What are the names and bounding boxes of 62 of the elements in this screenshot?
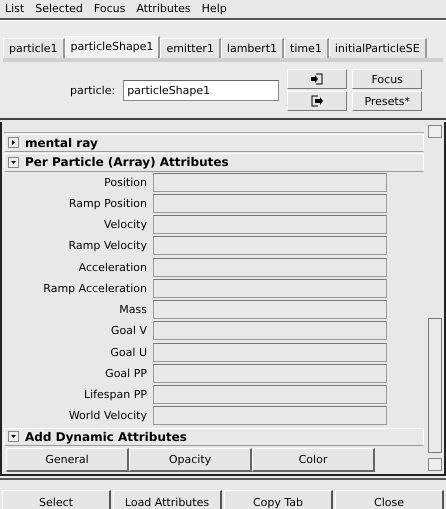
arrow-into-box-icon <box>310 73 324 85</box>
section-title: Per Particle (Array) Attributes <box>25 155 229 170</box>
attribute-label: Goal PP <box>104 366 147 380</box>
attribute-label: Goal V <box>110 324 147 338</box>
attribute-field[interactable] <box>153 342 387 362</box>
section-header[interactable]: Per Particle (Array) Attributes <box>4 153 424 172</box>
attribute-label: Ramp Velocity <box>68 239 147 252</box>
tab[interactable]: initialParticleSE <box>328 38 427 58</box>
attribute-field[interactable] <box>153 258 387 277</box>
menu-item[interactable]: Selected <box>35 2 83 16</box>
tab[interactable]: emitter1 <box>160 38 221 58</box>
attribute-field[interactable] <box>153 364 387 383</box>
attribute-field[interactable] <box>153 300 387 320</box>
tab[interactable]: time1 <box>284 38 329 58</box>
attribute-label: Ramp Acceleration <box>42 282 147 295</box>
tab[interactable]: particle1 <box>3 38 64 58</box>
input-connection-button[interactable] <box>287 69 348 89</box>
section-title: Add Dynamic Attributes <box>25 430 187 444</box>
scrollbar-thumb[interactable] <box>428 318 442 453</box>
section-header[interactable]: Add Dynamic Attributes <box>4 428 424 446</box>
expand-toggle-icon[interactable] <box>8 137 19 148</box>
footer-button[interactable]: Close <box>335 490 444 509</box>
section-title: mental ray <box>25 136 98 150</box>
menu-item[interactable]: List <box>5 2 24 16</box>
attribute-field[interactable] <box>153 194 387 213</box>
attribute-button[interactable]: Color <box>252 448 375 472</box>
attribute-label: Position <box>103 176 147 189</box>
attribute-button[interactable]: Opacity <box>129 448 252 472</box>
menu-item[interactable]: Focus <box>94 2 126 16</box>
attribute-label: Mass <box>118 303 147 316</box>
attribute-field[interactable] <box>153 215 387 234</box>
collapse-toggle-icon[interactable] <box>8 431 19 442</box>
attribute-field[interactable] <box>153 172 387 192</box>
menu-item[interactable]: Attributes <box>136 2 191 16</box>
attribute-label: Lifespan PP <box>82 388 147 402</box>
attribute-label: World Velocity <box>68 409 147 422</box>
tab[interactable]: particleShape1 <box>64 36 160 58</box>
scroll-down-button[interactable] <box>428 458 442 471</box>
collapse-toggle-icon[interactable] <box>8 156 19 168</box>
node-name-field[interactable]: particleShape1 <box>123 80 280 100</box>
attribute-button[interactable]: General <box>6 448 129 472</box>
attribute-field[interactable] <box>153 385 387 404</box>
arrow-out-of-box-icon <box>310 95 324 107</box>
presets-button[interactable]: Presets* <box>352 91 422 111</box>
attribute-label: Goal U <box>109 346 147 359</box>
output-connection-button[interactable] <box>287 91 348 111</box>
focus-button[interactable]: Focus <box>352 69 422 89</box>
attribute-field[interactable] <box>153 278 387 298</box>
attribute-label: Ramp Position <box>68 196 147 210</box>
menu-item[interactable]: Help <box>202 2 227 16</box>
attribute-label: Velocity <box>102 218 147 232</box>
attribute-field[interactable] <box>153 321 387 340</box>
attribute-field[interactable] <box>153 406 387 426</box>
footer-button[interactable]: Copy Tab <box>224 490 333 509</box>
attribute-label: Acceleration <box>78 260 147 274</box>
field-label: particle: <box>70 84 116 96</box>
footer-button[interactable]: Load Attributes <box>113 490 222 509</box>
scroll-up-button[interactable] <box>428 125 442 138</box>
footer-button[interactable]: Select <box>2 490 111 509</box>
tab[interactable]: lambert1 <box>220 38 284 58</box>
section-header[interactable]: mental ray <box>4 134 424 152</box>
attribute-field[interactable] <box>153 236 387 256</box>
